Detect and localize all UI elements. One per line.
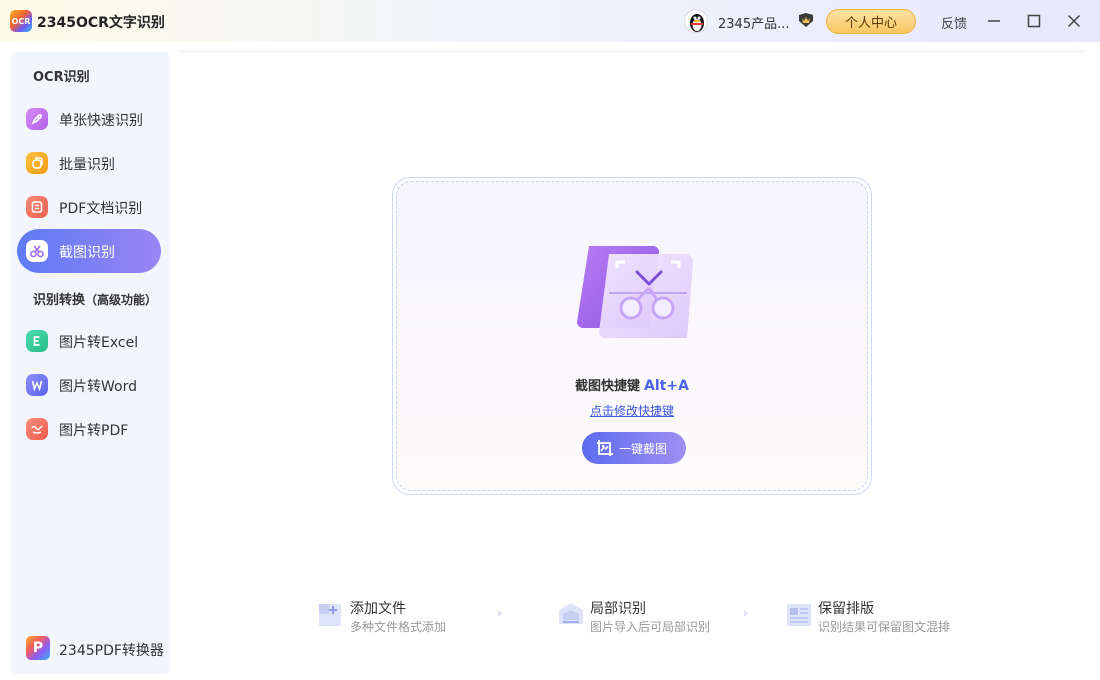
- shortcut-hint: 截图快捷键 Alt+A: [397, 375, 867, 394]
- capture-icon: [597, 440, 613, 456]
- sidebar-item-label: 图片转Word: [59, 379, 137, 395]
- pdf-converter-link[interactable]: P 2345PDF转换器: [17, 636, 167, 662]
- content-top-divider: [178, 51, 1086, 52]
- pdf-doc-icon: [26, 196, 48, 218]
- sidebar-item-label: PDF文档识别: [59, 201, 143, 217]
- rocket-icon: [26, 108, 48, 130]
- user-center-button[interactable]: 个人中心: [826, 9, 916, 34]
- feature-desc: 识别结果可保留图文混排: [818, 620, 951, 634]
- screenshot-panel-inner: 截图快捷键 Alt+A 点击修改快捷键 一键截图: [396, 181, 868, 491]
- maximize-button[interactable]: [1023, 10, 1045, 32]
- maximize-icon: [1027, 14, 1041, 28]
- add-file-icon: [319, 604, 341, 626]
- excel-icon: [26, 330, 48, 352]
- user-avatar[interactable]: [684, 9, 708, 33]
- feature-title: 局部识别: [590, 601, 646, 617]
- word-icon: [26, 374, 48, 396]
- keep-layout-icon: [787, 604, 811, 626]
- partial-recognize-icon: [559, 603, 583, 624]
- screenshot-panel: 截图快捷键 Alt+A 点击修改快捷键 一键截图: [392, 177, 872, 495]
- minimize-button[interactable]: [983, 10, 1005, 32]
- sidebar-item-image-to-excel[interactable]: 图片转Excel: [17, 319, 161, 363]
- shortcut-label: 截图快捷键: [575, 379, 641, 394]
- sidebar-item-screenshot-recognize[interactable]: 截图识别: [17, 229, 161, 273]
- pdf-icon: [26, 418, 48, 440]
- close-button[interactable]: [1063, 10, 1085, 32]
- feature-desc: 图片导入后可局部识别: [590, 620, 711, 634]
- feature-title: 添加文件: [350, 601, 406, 617]
- feature-desc: 多种文件格式添加: [350, 620, 447, 634]
- section-title-convert: 识别转换（高级功能）: [33, 289, 157, 308]
- scissors-icon: [26, 240, 48, 262]
- capture-button-label: 一键截图: [619, 441, 668, 456]
- shortcut-keys: Alt+A: [644, 378, 689, 394]
- sidebar-item-label: 截图识别: [59, 245, 115, 261]
- title-bar: OCR 2345OCR文字识别 2345产品... 个人中心 反馈: [0, 0, 1100, 42]
- chevron-right-icon: ›: [743, 606, 748, 620]
- minimize-icon: [988, 20, 1000, 22]
- modify-shortcut-link[interactable]: 点击修改快捷键: [397, 402, 867, 419]
- one-click-capture-button[interactable]: 一键截图: [582, 432, 686, 464]
- sidebar-item-single-recognize[interactable]: 单张快速识别: [17, 97, 161, 141]
- sidebar-item-batch-recognize[interactable]: 批量识别: [17, 141, 161, 185]
- pdf-converter-label: 2345PDF转换器: [59, 643, 164, 659]
- section-title-ocr: OCR识别: [33, 70, 90, 85]
- feature-title: 保留排版: [818, 601, 874, 617]
- section-title-suffix: （高级功能）: [85, 293, 158, 307]
- app-logo: OCR: [10, 10, 32, 32]
- feedback-link[interactable]: 反馈: [941, 13, 967, 32]
- app-title: 2345OCR文字识别: [37, 15, 165, 31]
- qq-penguin-icon: [690, 14, 704, 32]
- sidebar: OCR识别 单张快速识别 批量识别 PDF文档识别 截图识别 识别转换（高级功能…: [10, 52, 170, 674]
- screenshot-hero-icon: [577, 246, 693, 338]
- user-name[interactable]: 2345产品...: [718, 13, 789, 32]
- sidebar-item-label: 图片转PDF: [59, 423, 129, 439]
- chevron-right-icon: ›: [497, 606, 502, 620]
- sidebar-item-image-to-pdf[interactable]: 图片转PDF: [17, 407, 161, 451]
- batch-icon: [26, 152, 48, 174]
- close-icon: [1067, 14, 1081, 28]
- section-title-text: 识别转换: [33, 293, 86, 308]
- sidebar-item-label: 图片转Excel: [59, 335, 139, 351]
- sidebar-item-label: 批量识别: [59, 157, 115, 173]
- sidebar-item-pdf-recognize[interactable]: PDF文档识别: [17, 185, 161, 229]
- vip-crown-icon[interactable]: [797, 12, 815, 28]
- sidebar-item-image-to-word[interactable]: 图片转Word: [17, 363, 161, 407]
- pdf-converter-logo-icon: P: [26, 636, 50, 660]
- sidebar-item-label: 单张快速识别: [59, 113, 143, 129]
